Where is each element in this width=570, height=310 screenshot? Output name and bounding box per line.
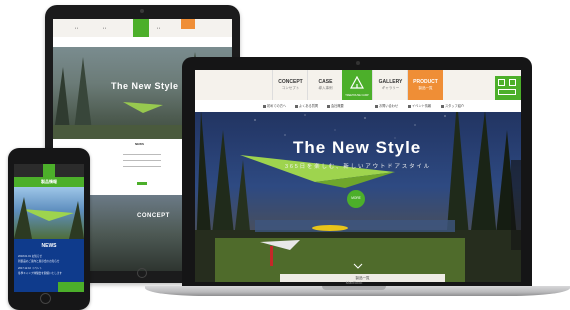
site-logo-text: TREEHOUSE CAMP: [345, 94, 369, 97]
tablet-nav-item[interactable]: ▪ ▪: [103, 26, 106, 30]
mail-icon[interactable]: [509, 79, 516, 86]
laptop-notch: [322, 286, 386, 290]
tree-logo-icon: [350, 76, 364, 89]
tab-product[interactable]: PRODUCT 製品一覧: [407, 70, 443, 100]
tab-gallery-label: GALLERY: [378, 79, 403, 85]
tablet-subnav: [53, 37, 232, 47]
subnav-item[interactable]: イベント情報: [408, 103, 431, 108]
macbook-label: MacBook: [345, 280, 363, 285]
phone-home-button[interactable]: [40, 293, 51, 304]
tablet-news-line: [123, 166, 161, 167]
phone-header-label: 製品情報: [41, 179, 57, 184]
phone-news-item[interactable]: 2017.12.10 イベント: [18, 266, 42, 270]
phone-cta-button[interactable]: [58, 282, 84, 292]
phone-news-item[interactable]: 冬季キャンプ体験会を開催いたします: [18, 271, 62, 275]
tab-concept[interactable]: CONCEPT コンセプト: [272, 70, 308, 100]
tab-gallery[interactable]: GALLERY ギャラリー: [372, 70, 408, 100]
tablet-news-line: [123, 160, 161, 161]
tablet-news-heading: NEWS: [135, 142, 144, 146]
phone-screen: 製品情報 NEWS 2018.01.01 お知らせ 新製品のご案内と展示会のお知…: [14, 164, 84, 292]
tablet-news-line: [123, 154, 161, 155]
subnav-item[interactable]: お問い合わせ: [375, 103, 398, 108]
phone-news-item[interactable]: 新製品のご案内と展示会のお知らせ: [18, 259, 59, 263]
tablet-home-button[interactable]: [137, 268, 147, 278]
phone-icon[interactable]: [498, 79, 505, 86]
tablet-nav-item[interactable]: ▪ ▪: [75, 26, 78, 30]
tablet-logo[interactable]: [133, 19, 149, 37]
right-side-strip: [511, 160, 521, 250]
laptop-screen: CONCEPT コンセプト CASE 導入事例 TREEHOUSE CAMP G…: [195, 70, 521, 282]
phone-news-item[interactable]: 2018.01.01 お知らせ: [18, 254, 42, 258]
scroll-down-icon[interactable]: [353, 263, 363, 269]
tab-case[interactable]: CASE 導入事例: [307, 70, 343, 100]
tab-product-label: PRODUCT: [413, 79, 438, 85]
laptop-camera: [356, 61, 360, 65]
tab-product-sublabel: 製品一覧: [418, 86, 433, 90]
tablet-product-tab[interactable]: [181, 19, 195, 29]
tab-concept-label: CONCEPT: [278, 79, 303, 85]
side-icons-panel: [495, 76, 521, 100]
phone-logo[interactable]: [43, 164, 55, 177]
tab-case-label: CASE: [318, 79, 333, 85]
tab-concept-sublabel: コンセプト: [281, 86, 300, 90]
phone-hero-image: [14, 197, 84, 239]
phone-news-heading: NEWS: [41, 243, 57, 249]
hero-subtitle: 365日を楽しむ、新しいアウトドアスタイル: [285, 164, 431, 170]
hero-title: The New Style: [293, 138, 422, 157]
tablet-nav-item[interactable]: ▪ ▪: [157, 26, 160, 30]
tab-gallery-sublabel: ギャラリー: [381, 86, 400, 90]
tablet-hero-title: The New Style: [111, 81, 179, 91]
hero-more-label: MORE: [351, 196, 361, 200]
tablet-news-button[interactable]: [137, 182, 147, 185]
tab-case-sublabel: 導入事例: [318, 86, 333, 90]
tablet-concept-title: CONCEPT: [137, 213, 170, 219]
subnav-item[interactable]: 会社概要: [327, 103, 344, 108]
contact-badge-icon[interactable]: [498, 89, 516, 95]
subnav-item[interactable]: スタッフ紹介: [441, 103, 464, 108]
subnav-item[interactable]: 初めての方へ: [263, 103, 286, 108]
subnav-item[interactable]: よくある質問: [295, 103, 318, 108]
tablet-camera: [140, 9, 144, 13]
sub-navbar: [195, 100, 521, 112]
